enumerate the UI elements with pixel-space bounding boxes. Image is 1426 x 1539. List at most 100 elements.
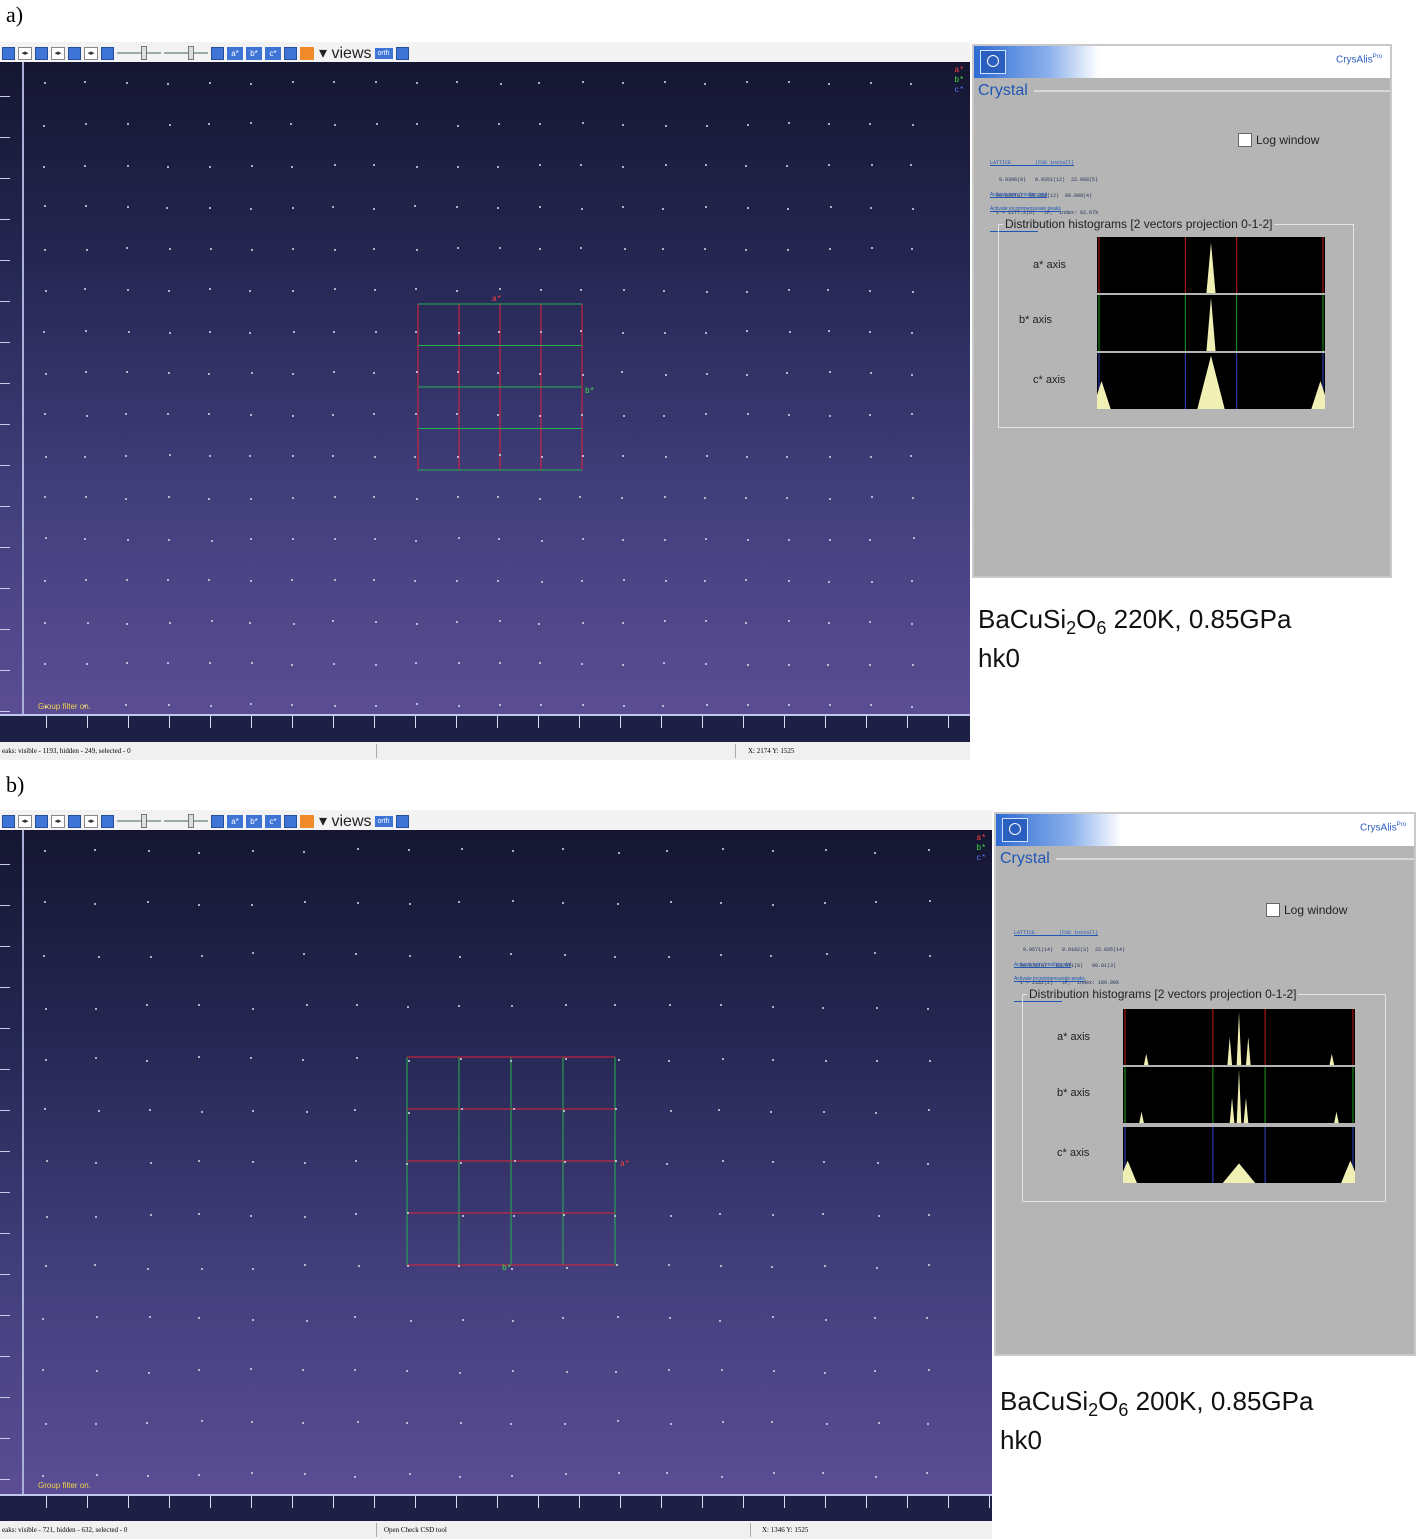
step-arrows-icon[interactable]: ◂▸ xyxy=(51,46,65,60)
contrast-slider[interactable] xyxy=(164,46,208,60)
toolbar-button[interactable] xyxy=(284,814,297,828)
diffraction-spot xyxy=(332,662,335,665)
zoom-slider[interactable] xyxy=(117,814,161,828)
log-window-checkbox[interactable] xyxy=(1238,133,1252,147)
diffraction-spot xyxy=(563,1423,566,1425)
diffraction-spot xyxy=(462,1214,465,1217)
histogram-peak xyxy=(1222,1163,1256,1183)
step-arrows-icon[interactable]: ◂▸ xyxy=(84,46,98,60)
diffraction-spot xyxy=(208,288,211,291)
diffraction-spot xyxy=(303,900,306,903)
b-star-histogram xyxy=(1097,295,1325,351)
diffraction-spot xyxy=(664,124,667,127)
status-divider xyxy=(376,1523,377,1537)
toolbar-button[interactable] xyxy=(284,46,297,60)
diffraction-spot xyxy=(824,1319,827,1322)
diffraction-spot xyxy=(456,456,459,459)
toolbar-button[interactable] xyxy=(68,46,81,60)
lattice-header[interactable]: LATTICE (CSD install) xyxy=(990,160,1098,167)
diffraction-spot xyxy=(540,539,543,542)
group-filter-notice: Group filter on. xyxy=(38,1481,91,1490)
log-window-option[interactable]: Log window xyxy=(1266,903,1347,917)
diffraction-spot xyxy=(616,1263,619,1266)
activate-incommensurate-link[interactable]: Activate incommensurate peaks xyxy=(990,206,1061,212)
toolbar-button[interactable] xyxy=(2,46,15,60)
diffraction-spot xyxy=(873,952,876,955)
diffraction-spot xyxy=(458,704,461,707)
diffraction-spot xyxy=(667,1368,670,1371)
diffraction-spot xyxy=(407,848,410,851)
step-arrows-icon[interactable]: ◂▸ xyxy=(51,814,65,828)
diffraction-spot xyxy=(911,290,914,293)
diffraction-spot xyxy=(290,703,293,706)
diffraction-spot xyxy=(333,579,336,582)
contrast-slider[interactable] xyxy=(164,814,208,828)
toolbar-button[interactable] xyxy=(211,46,224,60)
ortho-button[interactable]: orth xyxy=(374,47,393,59)
toolbar-button[interactable] xyxy=(35,46,48,60)
crysalis-app-icon[interactable] xyxy=(980,50,1006,74)
panel-a-reciprocal-viewer[interactable]: a* b* c* a* b* Group filter on. xyxy=(0,62,970,742)
log-window-checkbox[interactable] xyxy=(1266,903,1280,917)
step-arrows-icon[interactable]: ◂▸ xyxy=(18,46,32,60)
status-message: Open Check CSD tool xyxy=(384,1526,447,1534)
diffraction-spot xyxy=(770,1266,773,1269)
views-menu[interactable]: ▾ views xyxy=(319,43,372,63)
panel-a-label: a) xyxy=(6,2,24,27)
activate-incommensurate-link[interactable]: Activate incommensurate peaks xyxy=(1014,976,1085,982)
activate-twin-link[interactable]: Activate twin / multicrystal xyxy=(990,192,1047,198)
toolbar-button[interactable] xyxy=(101,46,114,60)
diffraction-spot xyxy=(622,621,625,624)
diffraction-spot xyxy=(704,163,707,166)
diffraction-spot xyxy=(539,330,542,333)
magic-wand-icon[interactable] xyxy=(395,814,409,828)
toolbar-button[interactable] xyxy=(35,814,48,828)
histogram-peak xyxy=(1227,1037,1233,1065)
toolbar-button[interactable] xyxy=(101,814,114,828)
orange-tool-icon[interactable] xyxy=(300,814,314,828)
b-star-axis-label: b* axis xyxy=(1057,1087,1091,1099)
a-star-view-button[interactable]: a* xyxy=(227,814,243,828)
toolbar-button[interactable] xyxy=(2,814,15,828)
ortho-button[interactable]: orth xyxy=(374,815,393,827)
diffraction-spot xyxy=(510,1004,513,1007)
histogram-peak xyxy=(1143,1053,1149,1065)
crysalis-app-icon[interactable] xyxy=(1002,818,1028,842)
diffraction-spot xyxy=(721,1057,724,1060)
zoom-slider[interactable] xyxy=(117,46,161,60)
diffraction-spot xyxy=(877,1215,880,1218)
step-arrows-icon[interactable]: ◂▸ xyxy=(84,814,98,828)
activate-twin-link[interactable]: Activate twin / multicrystal xyxy=(1014,962,1071,968)
log-window-option[interactable]: Log window xyxy=(1238,133,1319,147)
c-star-view-button[interactable]: c* xyxy=(265,46,281,60)
lattice-header[interactable]: LATTICE (CSD install) xyxy=(1014,930,1125,937)
a-star-histogram xyxy=(1097,237,1325,293)
a-star-view-button[interactable]: a* xyxy=(227,46,243,60)
diffraction-spot xyxy=(870,163,873,166)
step-arrows-icon[interactable]: ◂▸ xyxy=(18,814,32,828)
panel-b-caption: BaCuSi2O6 200K, 0.85GPa hk0 xyxy=(1000,1386,1313,1455)
diffraction-spot xyxy=(292,496,295,499)
toolbar-button[interactable] xyxy=(211,814,224,828)
diffraction-spot xyxy=(415,81,418,84)
diffraction-spot xyxy=(868,330,871,333)
diffraction-spot xyxy=(561,901,564,904)
diffraction-spot xyxy=(538,248,541,251)
diffraction-spot xyxy=(869,455,872,458)
diffraction-spot xyxy=(561,1317,564,1320)
c-star-view-button[interactable]: c* xyxy=(265,814,281,828)
diffraction-spot xyxy=(374,331,377,334)
panel-b-reciprocal-viewer[interactable]: a* b* c* b* a* Group filter on. xyxy=(0,830,992,1522)
diffraction-spot xyxy=(927,1368,930,1371)
diffraction-spot xyxy=(744,496,747,499)
unit-cell-grid xyxy=(406,1056,616,1266)
b-star-view-button[interactable]: b* xyxy=(246,814,262,828)
toolbar-button[interactable] xyxy=(68,814,81,828)
diffraction-spot xyxy=(208,122,211,125)
diffraction-spot xyxy=(126,288,129,291)
magic-wand-icon[interactable] xyxy=(395,46,409,60)
views-menu[interactable]: ▾ views xyxy=(319,811,372,831)
diffraction-spot xyxy=(621,539,624,542)
orange-tool-icon[interactable] xyxy=(300,46,314,60)
b-star-view-button[interactable]: b* xyxy=(246,46,262,60)
